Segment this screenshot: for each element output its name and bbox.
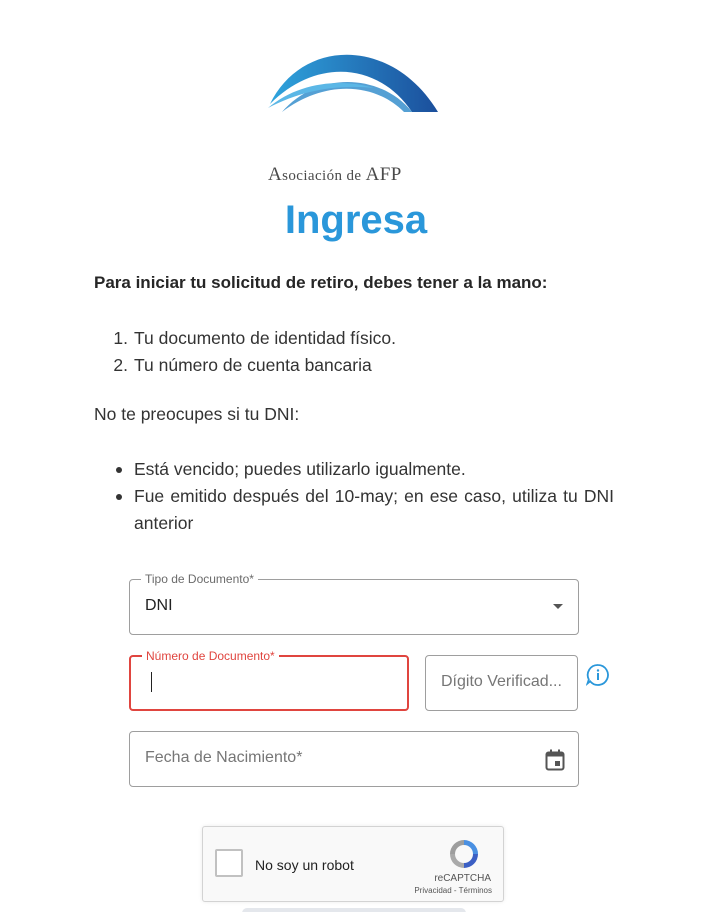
list-item: 2. Tu número de cuenta bancaria [113, 355, 372, 375]
doc-type-select[interactable]: Tipo de Documento* DNI [129, 572, 579, 635]
logo-arc-icon [268, 54, 438, 112]
logo-text: Asociación de AFP [268, 164, 402, 185]
list-item: 1. Tu documento de identidad físico. [113, 328, 397, 348]
doc-type-label: Tipo de Documento* [141, 572, 258, 586]
birth-date-placeholder: Fecha de Nacimiento* [145, 749, 303, 766]
text-caret [151, 672, 152, 692]
recaptcha-checkbox[interactable] [215, 849, 243, 877]
recaptcha-label: No soy un robot [255, 857, 354, 873]
doc-type-value: DNI [145, 597, 173, 614]
afp-logo: Asociación de AFP [262, 44, 446, 185]
doc-number-label: Número de Documento* [142, 649, 279, 663]
page-title: Ingresa [284, 198, 428, 242]
doc-number-input[interactable]: Número de Documento* [129, 649, 409, 711]
recaptcha-brand: reCAPTCHA [434, 873, 491, 884]
recaptcha-widget: No soy un robot reCAPTCHA Privacidad - T… [202, 826, 504, 902]
birth-date-input[interactable]: Fecha de Nacimiento* [129, 731, 579, 787]
dni-note: No te preocupes si tu DNI: [94, 404, 300, 424]
list-item: Fue emitido después del 10-may; en ese c… [94, 483, 614, 537]
calendar-icon[interactable] [545, 749, 565, 771]
intro-text: Para iniciar tu solicitud de retiro, deb… [94, 273, 548, 292]
dropdown-arrow-icon[interactable] [553, 604, 563, 609]
continue-button[interactable] [242, 908, 466, 912]
check-digit-input[interactable]: Dígito Verificad... [425, 655, 578, 711]
requirements-list: 1. Tu documento de identidad físico. 2. Tu… [94, 325, 614, 379]
recaptcha-links[interactable]: Privacidad - Términos [414, 886, 492, 895]
recaptcha-logo-icon [450, 840, 478, 868]
check-digit-placeholder: Dígito Verificad... [441, 673, 562, 690]
info-icon[interactable] [586, 663, 610, 687]
list-item: Está vencido; puedes utilizarlo igualmen… [94, 456, 614, 483]
dni-cases-list: Está vencido; puedes utilizarlo igualmen… [94, 456, 614, 537]
